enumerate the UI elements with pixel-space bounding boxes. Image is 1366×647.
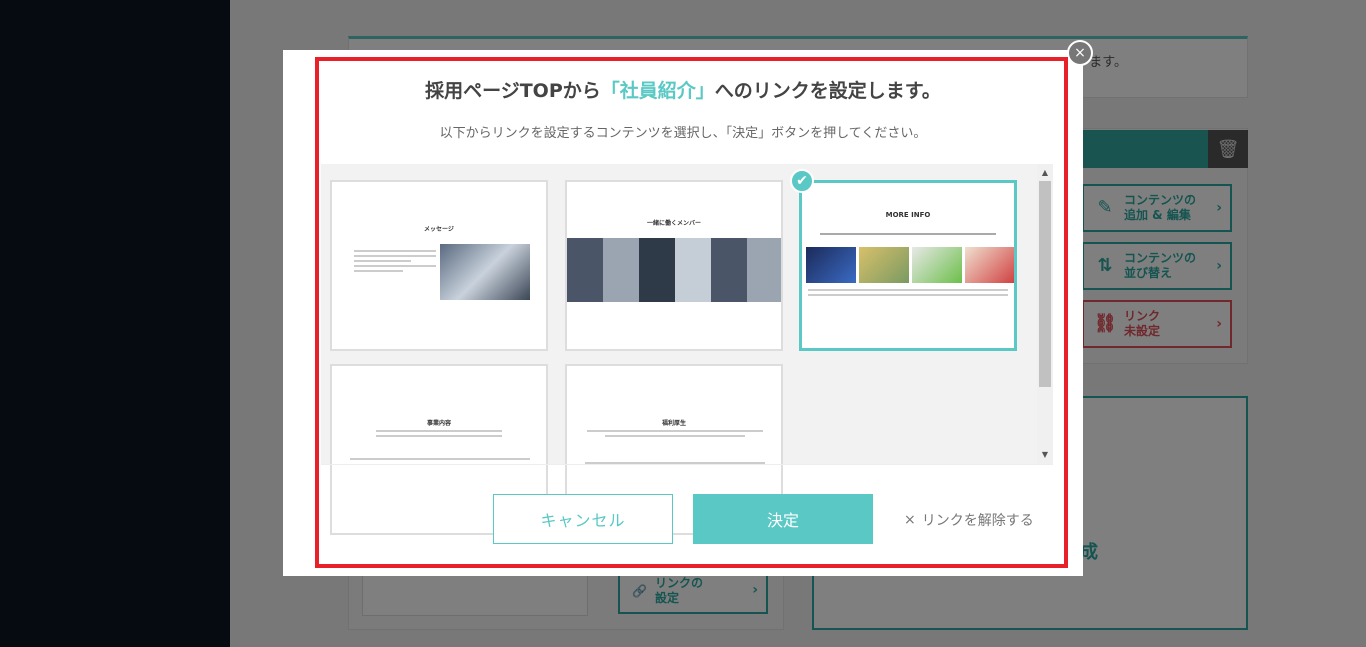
tile-text-lines xyxy=(350,458,530,463)
tile-heading: MORE INFO xyxy=(885,211,931,219)
unlink-button[interactable]: × リンクを解除する xyxy=(904,510,1034,530)
tile-text-lines xyxy=(820,233,996,238)
tile-heading: 事業内容 xyxy=(426,420,451,427)
tile-heading: 一緒に働くメンバー xyxy=(646,220,701,227)
cancel-button[interactable]: キャンセル xyxy=(493,494,673,544)
content-tile-more-info[interactable]: MORE INFO xyxy=(799,180,1017,351)
grid-scroll-thumb[interactable] xyxy=(1039,181,1051,387)
ok-button[interactable]: 決定 xyxy=(693,494,873,544)
modal-subtitle: 以下からリンクを設定するコンテンツを選択し、「決定」ボタンを押してください。 xyxy=(439,126,927,141)
close-icon: × xyxy=(904,512,916,528)
tile-photo xyxy=(806,247,856,283)
unlink-label: リンクを解除する xyxy=(921,513,1034,529)
tile-heading: 福利厚生 xyxy=(661,420,686,427)
tile-photo xyxy=(912,247,962,283)
tile-heading: メッセージ xyxy=(424,226,454,233)
scroll-down-arrow-icon[interactable]: ▼ xyxy=(1040,450,1050,459)
tile-photo xyxy=(859,247,909,283)
content-tile-members[interactable]: 一緒に働くメンバー xyxy=(565,180,783,351)
tile-text-lines xyxy=(808,289,1008,299)
tile-photo-collage xyxy=(567,238,781,302)
modal-title: 採用ページTOPから「社員紹介」へのリンクを設定します。 xyxy=(425,80,941,102)
content-tile-message[interactable]: メッセージ xyxy=(330,180,548,351)
tile-photo xyxy=(440,244,530,300)
modal-divider xyxy=(321,464,1053,465)
tile-text-lines xyxy=(376,430,502,440)
tile-photo xyxy=(965,247,1014,283)
close-icon[interactable]: × xyxy=(1067,40,1093,66)
tile-text-lines xyxy=(354,250,436,275)
selected-check-icon: ✔ xyxy=(790,169,814,193)
tile-text-lines xyxy=(587,430,763,440)
scroll-up-arrow-icon[interactable]: ▲ xyxy=(1040,168,1050,177)
